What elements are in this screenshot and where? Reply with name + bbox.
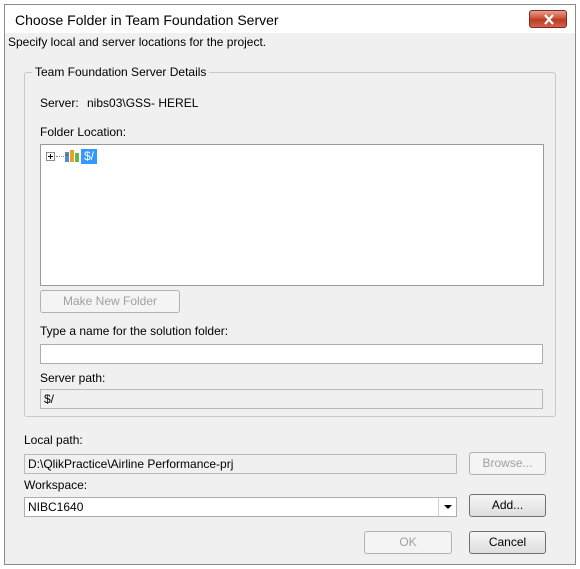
instructions-text: Specify local and server locations for t… xyxy=(8,35,267,49)
folder-tree[interactable]: $/ xyxy=(40,144,544,286)
title-bar[interactable]: Choose Folder in Team Foundation Server xyxy=(5,5,575,33)
server-path-label: Server path: xyxy=(40,371,106,385)
solution-folder-label: Type a name for the solution folder: xyxy=(40,324,229,338)
browse-button[interactable]: Browse... xyxy=(469,452,546,475)
server-label: Server: xyxy=(40,96,79,110)
workspace-label: Workspace: xyxy=(24,478,88,492)
server-path-field[interactable]: $/ xyxy=(40,389,543,409)
workspace-selected-value: NIBC1640 xyxy=(28,500,84,514)
plus-expander-icon[interactable] xyxy=(46,152,55,161)
close-icon xyxy=(544,14,554,25)
local-path-field[interactable]: D:\QlikPractice\Airline Performance-prj xyxy=(24,454,457,474)
tree-connector xyxy=(56,156,64,157)
local-path-label: Local path: xyxy=(24,433,83,447)
team-project-collection-icon xyxy=(65,150,79,162)
make-new-folder-button[interactable]: Make New Folder xyxy=(40,290,180,313)
ok-button[interactable]: OK xyxy=(364,531,452,554)
close-button[interactable] xyxy=(529,10,567,28)
add-workspace-button[interactable]: Add... xyxy=(469,494,546,517)
chevron-down-icon[interactable] xyxy=(438,498,456,516)
folder-location-label: Folder Location: xyxy=(40,125,127,139)
solution-folder-input[interactable] xyxy=(40,344,543,364)
cancel-button[interactable]: Cancel xyxy=(469,531,546,554)
workspace-select[interactable]: NIBC1640 xyxy=(24,497,457,517)
tree-root-node[interactable]: $/ xyxy=(81,149,98,164)
group-legend: Team Foundation Server Details xyxy=(32,65,210,79)
server-value: nibs03\GSS- HEREL xyxy=(87,96,199,110)
dialog-title: Choose Folder in Team Foundation Server xyxy=(15,12,279,28)
